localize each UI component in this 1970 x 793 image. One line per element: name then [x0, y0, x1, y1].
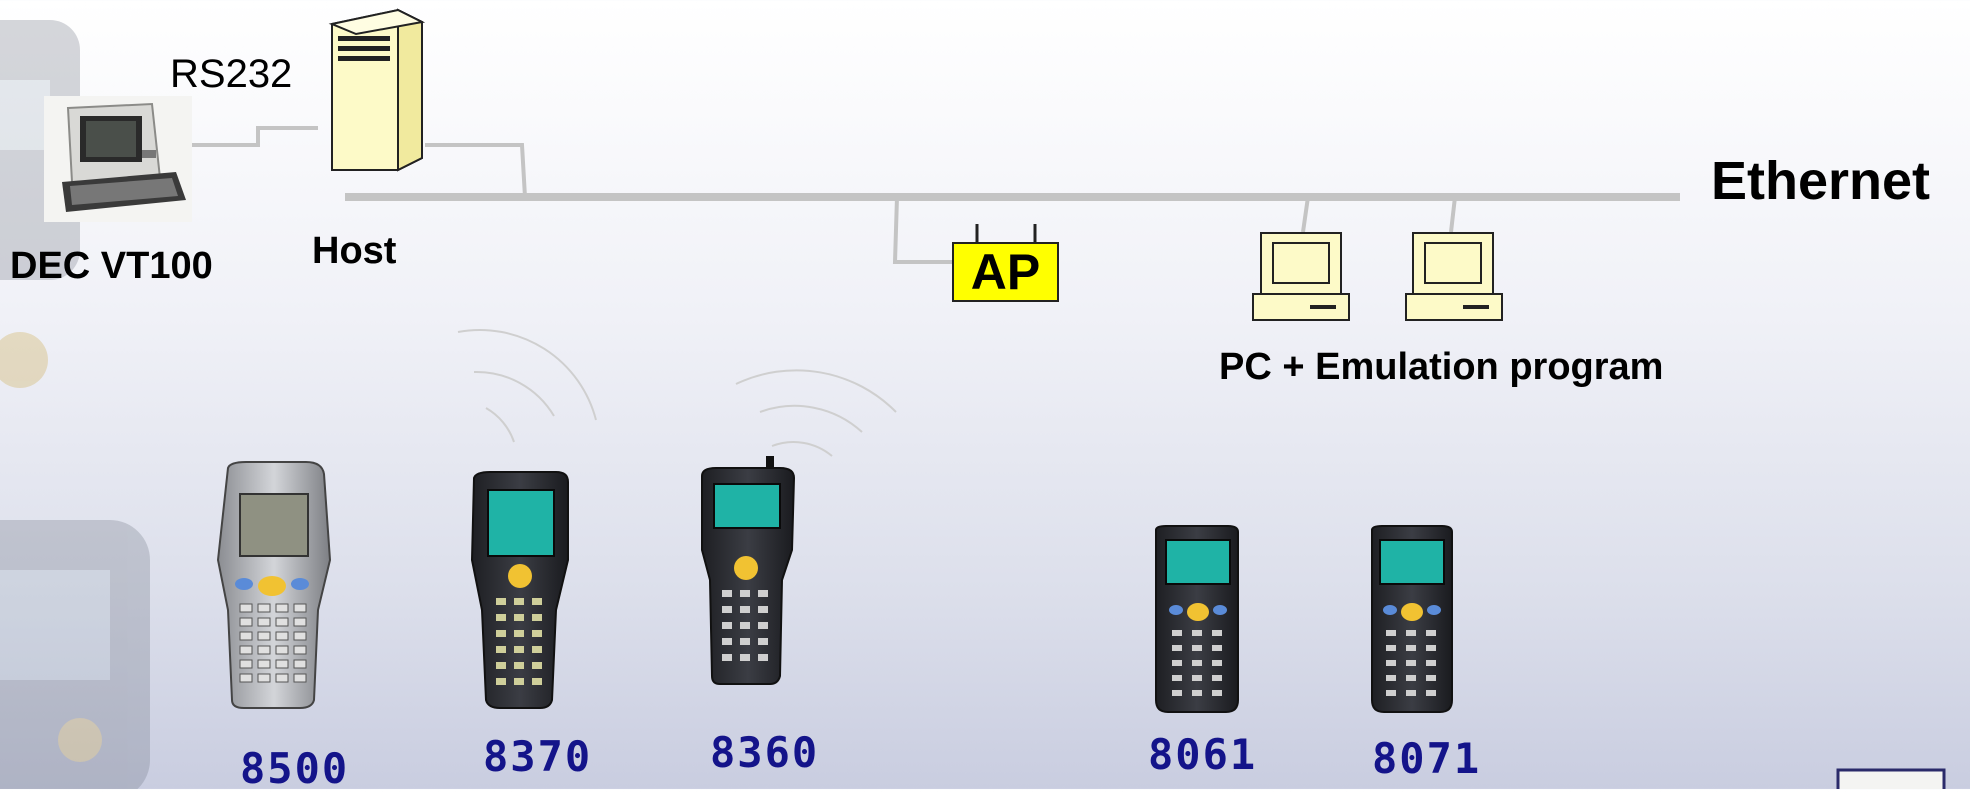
vt100-terminal-icon: [44, 96, 192, 222]
ap-label: AP: [970, 244, 1041, 300]
corner-box-icon: [1836, 768, 1946, 789]
scanner-8061-icon: [1155, 525, 1239, 713]
rs232-label: RS232: [170, 52, 293, 96]
scanner-8071-icon: [1371, 525, 1453, 713]
model-label-8500: 8500: [240, 744, 350, 793]
scanner-8500-icon: [216, 461, 332, 709]
model-label-8061: 8061: [1148, 730, 1258, 779]
scanner-8370-icon: [470, 471, 569, 709]
wireless-waves-1-icon: [457, 329, 597, 443]
ap-link: [892, 196, 952, 264]
model-label-8071: 8071: [1372, 734, 1482, 783]
host-link: [425, 143, 527, 198]
network-diagram: [0, 8, 1946, 789]
rs232-link: [192, 126, 318, 147]
pc-1-icon: [1252, 232, 1350, 321]
pc2-link: [1449, 196, 1457, 233]
model-label-8360: 8360: [710, 728, 820, 777]
pc-2-icon: [1405, 232, 1503, 321]
terminal-label: DEC VT100: [10, 245, 213, 287]
ethernet-label: Ethernet: [1711, 151, 1931, 211]
host-server-icon: [328, 8, 426, 172]
host-label: Host: [312, 230, 397, 272]
pc1-link: [1301, 196, 1310, 233]
model-label-8370: 8370: [483, 732, 593, 781]
pc-caption: PC + Emulation program: [1219, 346, 1664, 388]
wireless-waves-2-icon: [735, 369, 897, 457]
scanner-8360-icon: [701, 456, 796, 685]
